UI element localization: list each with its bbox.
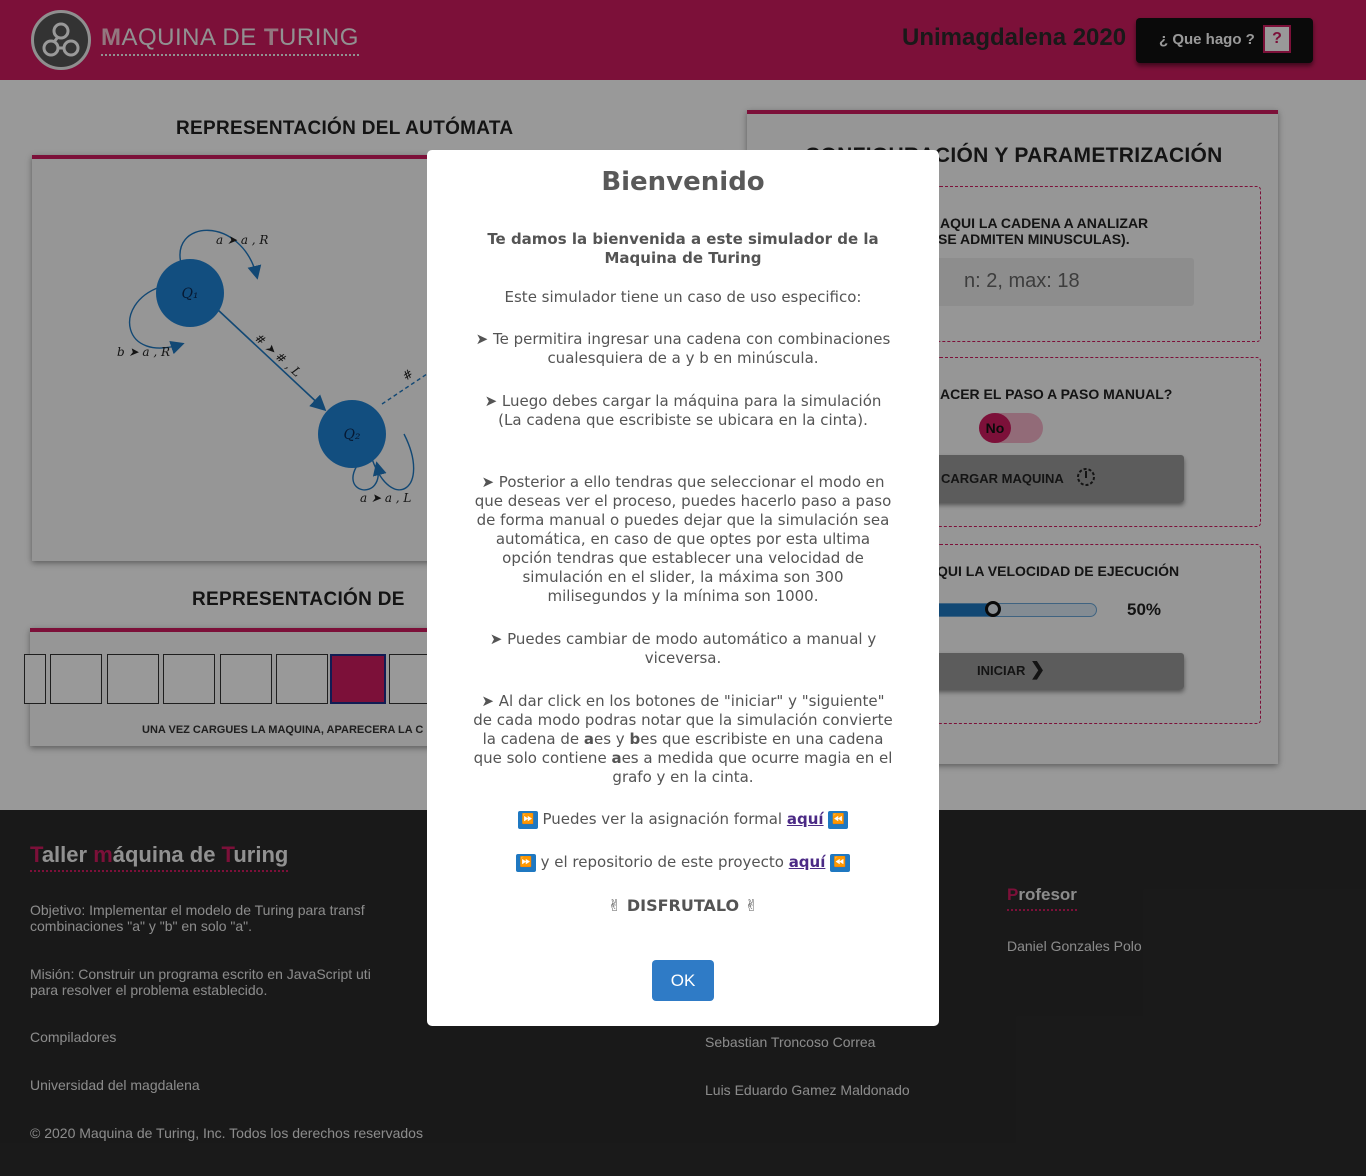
- dialog-intro: Este simulador tiene un caso de uso espe…: [504, 288, 862, 306]
- step-5-bold: a: [611, 749, 622, 767]
- formal-assignment-link[interactable]: aquí: [787, 810, 824, 828]
- fast-forward-icon: ⏩: [517, 810, 538, 829]
- dialog-step-3: ➤ Posterior a ello tendras que seleccion…: [474, 473, 892, 605]
- formal-assignment-text: Puedes ver la asignación formal: [542, 810, 783, 828]
- dialog-title: Bienvenido: [601, 167, 765, 197]
- step-5-text: es a medida que ocurre magia en el grafo…: [612, 749, 893, 786]
- dialog-intro-bold: Te damos la bienvenida a este simulador …: [487, 230, 879, 267]
- repository-text: y el repositorio de este proyecto: [540, 853, 784, 871]
- formal-assignment-line: ⏩ Puedes ver la asignación formal aquí ⏪: [471, 810, 895, 829]
- welcome-dialog: Bienvenido Te damos la bienvenida a este…: [427, 150, 939, 1026]
- dialog-step-4: ➤ Puedes cambiar de modo automático a ma…: [489, 630, 877, 667]
- step-5-text: es y: [594, 730, 630, 748]
- rewind-icon: ⏪: [830, 853, 851, 872]
- dialog-enjoy: ✌ DISFRUTALO ✌: [607, 896, 759, 915]
- step-5-bold: a: [583, 730, 594, 748]
- repository-link[interactable]: aquí: [789, 853, 826, 871]
- fast-forward-icon: ⏩: [515, 853, 536, 872]
- rewind-icon: ⏪: [828, 810, 849, 829]
- step-5-bold: b: [629, 730, 641, 748]
- repository-line: ⏩ y el repositorio de este proyecto aquí…: [471, 853, 895, 872]
- dialog-step-5: ➤ Al dar click en los botones de "inicia…: [471, 692, 895, 787]
- dialog-step-2: ➤ Luego debes cargar la máquina para la …: [484, 392, 882, 429]
- ok-button[interactable]: OK: [652, 960, 714, 1001]
- dialog-step-1: ➤ Te permitira ingresar una cadena con c…: [475, 330, 891, 367]
